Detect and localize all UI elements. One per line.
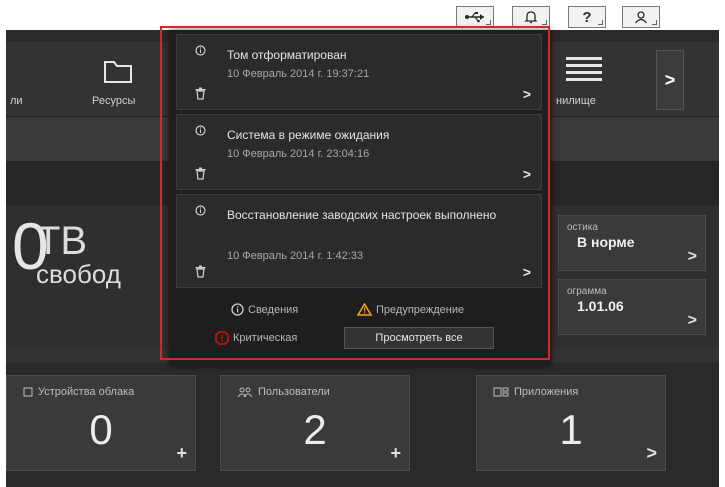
notification-message: Система в режиме ожидания	[227, 128, 390, 142]
info-icon	[231, 303, 244, 316]
diagnostics-label: остика	[567, 222, 598, 233]
help-button[interactable]: ?	[568, 6, 606, 28]
chevron-right-icon: >	[664, 69, 676, 90]
apps-open-button[interactable]: >	[646, 443, 657, 464]
users-count: 2	[303, 406, 327, 453]
legend-warning-label: Предупреждение	[376, 303, 465, 316]
user-button[interactable]	[622, 6, 660, 28]
apps-label: Приложения	[514, 386, 579, 398]
diagnostics-card[interactable]: остика В норме >	[558, 215, 706, 271]
users-title: Пользователи	[237, 386, 330, 398]
trash-icon[interactable]	[195, 265, 206, 278]
notification-open-button[interactable]: >	[523, 86, 531, 102]
users-card[interactable]: Пользователи 2 +	[220, 375, 410, 471]
notification-open-button[interactable]: >	[523, 264, 531, 280]
notification-time: 10 Февраль 2014 г. 19:37:21	[227, 68, 370, 80]
nav-item-label: нилище	[556, 95, 596, 107]
nav-item-resources[interactable]: Ресурсы	[76, 42, 156, 116]
notification-item[interactable]: Том отформатирован 10 Февраль 2014 г. 19…	[176, 34, 542, 110]
chevron-right-icon: >	[687, 248, 697, 265]
notification-item[interactable]: Восстановление заводских настроек выполн…	[176, 194, 542, 288]
nav-item-label: ли	[10, 95, 23, 107]
add-cloud-device-button[interactable]: +	[176, 443, 187, 464]
add-user-button[interactable]: +	[390, 443, 401, 464]
usb-icon	[465, 12, 484, 23]
legend-info-label: Сведения	[248, 303, 299, 316]
legend-critical[interactable]: Критическая	[215, 331, 297, 345]
bell-icon	[524, 11, 538, 24]
apps-card[interactable]: Приложения 1 >	[476, 375, 666, 471]
cloud-devices-label: Устройства облака	[38, 386, 135, 398]
chevron-right-icon: >	[687, 312, 697, 329]
user-icon	[634, 11, 648, 24]
notification-item[interactable]: Система в режиме ожидания 10 Февраль 201…	[176, 114, 542, 190]
notification-open-button[interactable]: >	[523, 166, 531, 182]
legend-warning[interactable]: Предупреждение	[357, 303, 464, 316]
diagnostics-value: В норме	[577, 234, 635, 250]
cloud-devices-count: 0	[89, 406, 113, 453]
trash-icon[interactable]	[195, 167, 206, 180]
storage-free-label: свобод	[36, 259, 121, 289]
trash-icon[interactable]	[195, 87, 206, 100]
notifications-popup: Том отформатирован 10 Февраль 2014 г. 19…	[169, 30, 551, 366]
critical-icon	[215, 331, 229, 345]
apps-title: Приложения	[493, 386, 578, 398]
firmware-card[interactable]: ограмма 1.01.06 >	[558, 279, 706, 335]
cloud-device-icon	[23, 387, 33, 397]
warning-icon	[357, 303, 372, 316]
usb-button[interactable]	[456, 6, 494, 28]
legend-info[interactable]: Сведения	[231, 303, 298, 316]
users-label: Пользователи	[258, 386, 330, 398]
info-icon	[195, 205, 206, 216]
notification-time: 10 Февраль 2014 г. 1:42:33	[227, 250, 364, 262]
notification-message: Восстановление заводских настроек выполн…	[227, 208, 497, 222]
apps-count: 1	[559, 406, 583, 453]
legend-critical-label: Критическая	[233, 332, 298, 344]
nav-item-storage[interactable]: нилище	[554, 42, 644, 116]
users-icon	[237, 387, 253, 397]
help-icon: ?	[582, 8, 592, 26]
nav-item-label: Ресурсы	[92, 95, 136, 107]
view-all-button[interactable]: Просмотреть все	[344, 327, 494, 349]
storage-unit: TB	[36, 219, 88, 263]
storage-icon	[566, 57, 602, 81]
notification-time: 10 Февраль 2014 г. 23:04:16	[227, 148, 370, 160]
notifications-button[interactable]	[512, 6, 550, 28]
firmware-value: 1.01.06	[577, 298, 624, 314]
apps-icon	[493, 387, 509, 397]
cloud-devices-title: Устройства облака	[23, 386, 134, 398]
info-icon	[195, 125, 206, 136]
nav-item-partial[interactable]: ли	[6, 42, 46, 116]
cloud-devices-card[interactable]: Устройства облака 0 +	[6, 375, 196, 471]
nav-more-button[interactable]: >	[656, 50, 684, 110]
firmware-label: ограмма	[567, 286, 607, 297]
notification-message: Том отформатирован	[227, 48, 347, 62]
info-icon	[195, 45, 206, 56]
folder-icon	[104, 61, 132, 83]
